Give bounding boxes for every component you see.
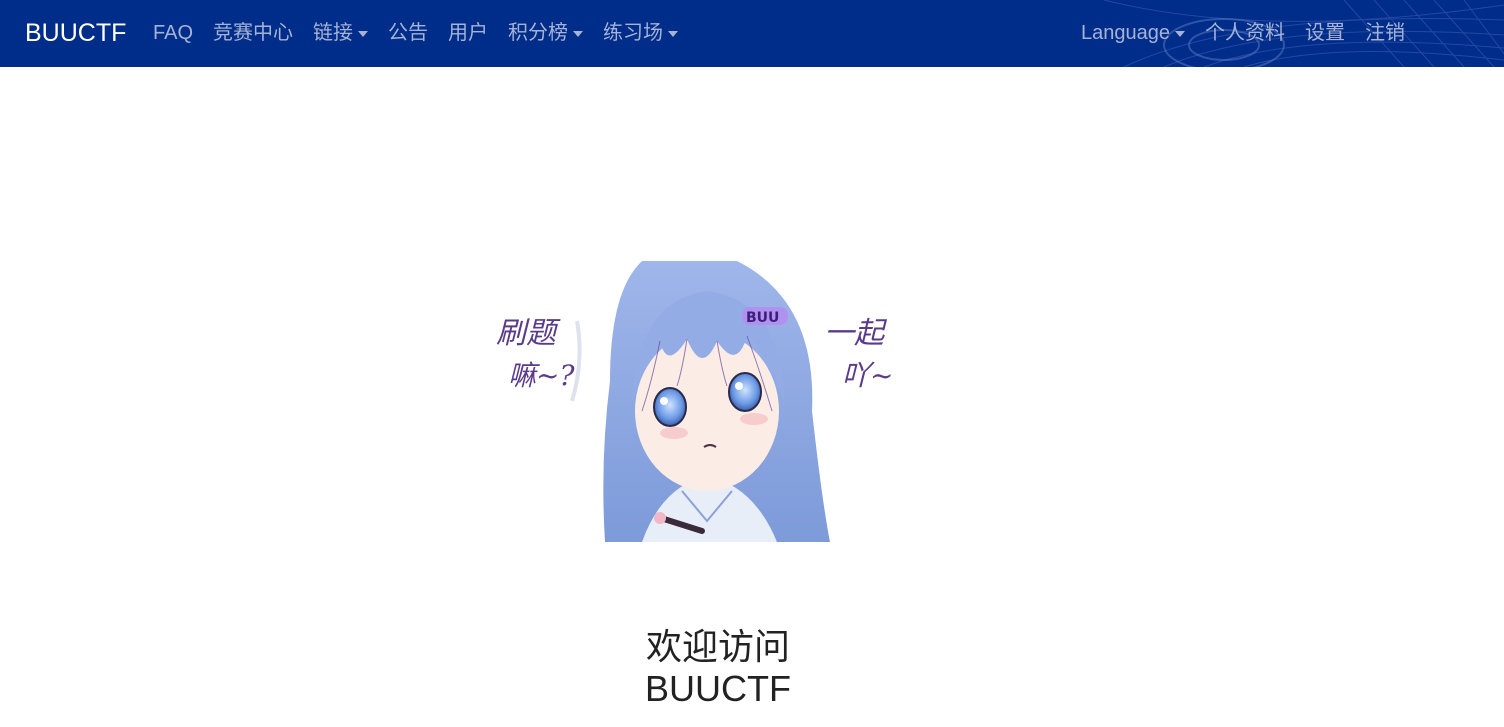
- nav-links-label: 链接: [313, 22, 354, 44]
- nav-profile-label: 个人资料: [1204, 22, 1285, 44]
- brand-logo[interactable]: BUUCTF: [25, 17, 126, 49]
- nav-announcements-label: 公告: [388, 22, 429, 44]
- caption-right-line2: 吖~: [842, 359, 893, 392]
- nav-language-label: Language: [1081, 22, 1170, 44]
- nav-users-label: 用户: [448, 22, 489, 44]
- nav-faq[interactable]: FAQ: [153, 20, 193, 46]
- anime-girl-illustration: 刷题 嘛~? 一起 吖~ BUU: [496, 261, 893, 542]
- nav-settings[interactable]: 设置: [1305, 20, 1345, 46]
- nav-right-menu: Language 个人资料 设置 注销: [1081, 20, 1425, 46]
- caption-left-line1: 刷题: [496, 316, 561, 351]
- caption-left: 刷题 嘛~?: [496, 316, 582, 402]
- nav-left-menu: FAQ 竞赛中心 链接 公告 用户 积分榜 练习场: [153, 20, 698, 46]
- caption-right-line1: 一起: [824, 316, 888, 351]
- nav-practice-dropdown[interactable]: 练习场: [603, 20, 679, 46]
- nav-language-dropdown[interactable]: Language: [1081, 20, 1185, 46]
- nav-announcements[interactable]: 公告: [388, 20, 428, 46]
- nav-logout-label: 注销: [1364, 22, 1405, 44]
- welcome-heading: 欢迎访问 BUUCTF: [568, 626, 868, 710]
- caption-right: 一起 吖~: [824, 316, 893, 392]
- nav-competition-center-label: 竞赛中心: [213, 22, 294, 44]
- nav-settings-label: 设置: [1304, 22, 1345, 44]
- nav-faq-label: FAQ: [153, 22, 194, 44]
- caret-down-icon: [668, 31, 679, 37]
- nav-users[interactable]: 用户: [448, 20, 488, 46]
- caret-down-icon: [358, 31, 369, 37]
- nav-practice-label: 练习场: [603, 22, 664, 44]
- nav-scoreboard-dropdown[interactable]: 积分榜: [508, 20, 584, 46]
- top-navbar: BUUCTF FAQ 竞赛中心 链接 公告 用户 积分榜 练习场 Languag…: [0, 0, 1504, 67]
- welcome-line1: 欢迎访问: [645, 626, 790, 667]
- welcome-line2: BUUCTF: [645, 668, 791, 709]
- caret-down-icon: [573, 31, 584, 37]
- nav-scoreboard-label: 积分榜: [508, 22, 569, 44]
- hair-clip-text: BUU: [746, 310, 779, 326]
- nav-logout[interactable]: 注销: [1365, 20, 1405, 46]
- nav-competition-center[interactable]: 竞赛中心: [213, 20, 293, 46]
- hair-clip: BUU: [742, 307, 788, 326]
- caption-left-line2: 嘛~?: [508, 359, 575, 392]
- nav-profile[interactable]: 个人资料: [1205, 20, 1285, 46]
- caret-down-icon: [1174, 31, 1185, 37]
- nav-links-dropdown[interactable]: 链接: [313, 20, 369, 46]
